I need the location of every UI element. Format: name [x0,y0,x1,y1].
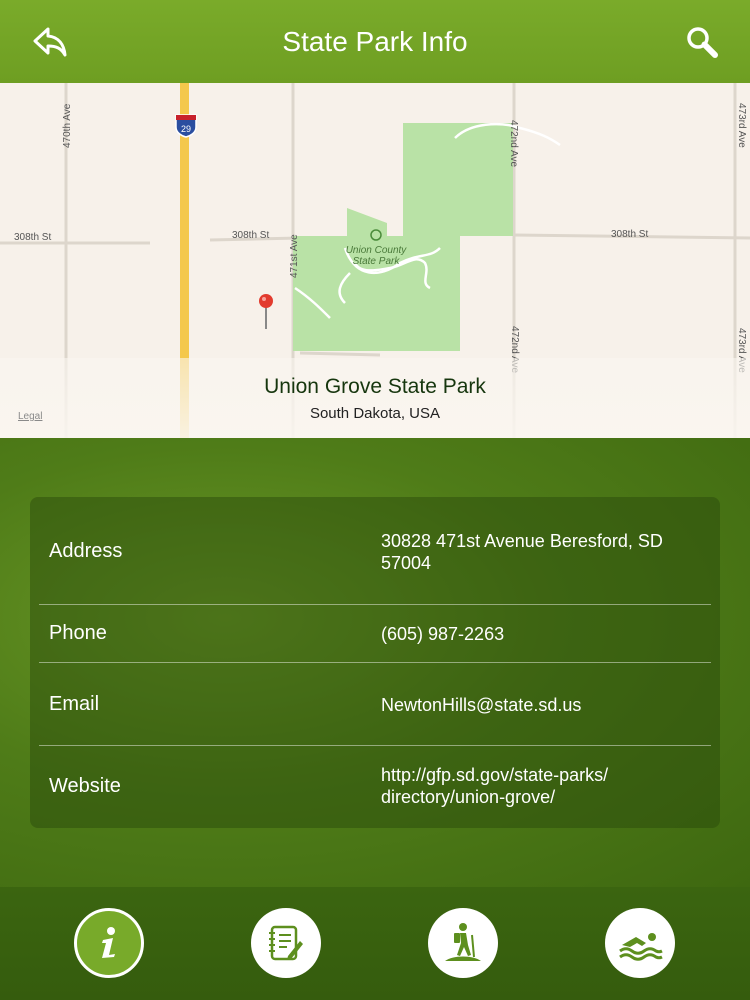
swimmer-icon [619,933,663,961]
page-title: State Park Info [282,25,468,57]
address-label: Address [49,540,123,562]
street-label-473rd-top: 473rd Ave [736,103,747,148]
street-label-308th-right: 308th St [611,229,648,240]
tab-hiking[interactable] [428,908,498,978]
address-value-line2: 57004 [381,553,432,573]
back-button[interactable] [30,25,70,59]
back-arrow-icon [33,27,67,57]
phone-value[interactable]: (605) 987-2263 [381,623,701,645]
map-legal-link[interactable]: Legal [18,411,42,422]
bottom-tab-bar [0,887,750,1000]
location-pin-icon[interactable] [259,294,273,329]
phone-label: Phone [49,622,107,644]
street-label-470th: 470th Ave [62,103,73,148]
website-label: Website [49,775,121,797]
notes-icon [269,925,303,961]
search-button[interactable] [686,26,720,60]
street-label-308th-left: 308th St [14,232,51,243]
park-map[interactable]: 29 308th St 308th St 308th St 470th Ave … [0,83,750,438]
street-label-308th-mid: 308th St [232,230,269,241]
tab-info[interactable] [74,908,144,978]
phone-row[interactable]: Phone (605) 987-2263 [30,604,720,662]
website-row[interactable]: Website http://gfp.sd.gov/state-parks/ d… [30,745,720,828]
website-value[interactable]: http://gfp.sd.gov/state-parks/ directory… [381,764,701,808]
website-value-line2[interactable]: directory/union-grove/ [381,786,701,808]
address-row: Address 30828 471st Avenue Beresford, SD… [30,497,720,604]
email-value[interactable]: NewtonHills@state.sd.us [381,694,701,716]
email-row[interactable]: Email NewtonHills@state.sd.us [30,662,720,745]
info-icon [102,927,115,958]
tab-notes[interactable] [251,908,321,978]
website-value-line1[interactable]: http://gfp.sd.gov/state-parks/ [381,764,701,786]
park-location: South Dakota, USA [309,405,441,422]
park-info-card: Address 30828 471st Avenue Beresford, SD… [30,497,720,828]
park-map-label-line1: Union County [346,245,408,256]
email-label: Email [49,693,100,715]
street-label-471st: 471st Ave [289,234,300,278]
tab-swimming[interactable] [605,908,675,978]
app-header: State Park Info [0,0,750,83]
park-area[interactable] [293,123,513,351]
park-name: Union Grove State Park [264,375,486,398]
hiker-icon [445,923,481,961]
search-icon [687,27,718,58]
interstate-label: 29 [181,124,191,134]
address-value: 30828 471st Avenue Beresford, SD 57004 [381,530,701,574]
street-label-472nd-top: 472nd Ave [508,120,519,168]
address-value-line1: 30828 471st Avenue Beresford, SD [381,531,663,551]
park-map-label-line2: State Park [353,256,401,267]
